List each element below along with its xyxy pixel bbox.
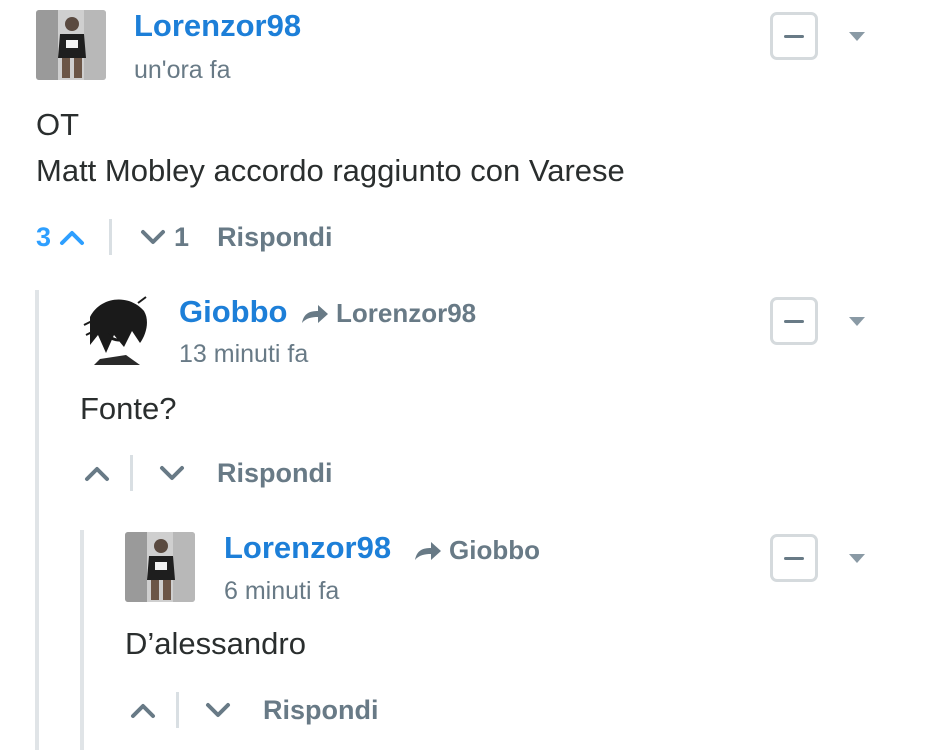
comment-author[interactable]: Lorenzor98 <box>224 530 391 566</box>
vote-bar: Rispondi <box>130 690 379 730</box>
reply-to-name: Giobbo <box>449 535 540 565</box>
caret-down-icon[interactable] <box>849 554 865 563</box>
reply-arrow-icon <box>415 541 441 560</box>
avatar[interactable] <box>125 532 195 602</box>
basketball-player-avatar-icon <box>125 532 195 602</box>
reply-to-indicator[interactable]: Giobbo <box>413 535 540 566</box>
comment-body-line: D’alessandro <box>125 626 306 661</box>
reply-button[interactable]: Rispondi <box>263 695 379 726</box>
comment-timestamp[interactable]: 6 minuti fa <box>224 577 339 606</box>
downvote-chevron-icon[interactable] <box>205 701 231 719</box>
vote-divider <box>176 692 179 728</box>
minus-icon <box>784 556 804 560</box>
upvote-chevron-icon[interactable] <box>130 701 156 719</box>
comment-lorenzor98-reply: Lorenzor98 Giobbo 6 minuti fa D’alessand… <box>0 0 925 750</box>
collapse-button[interactable] <box>770 534 818 582</box>
